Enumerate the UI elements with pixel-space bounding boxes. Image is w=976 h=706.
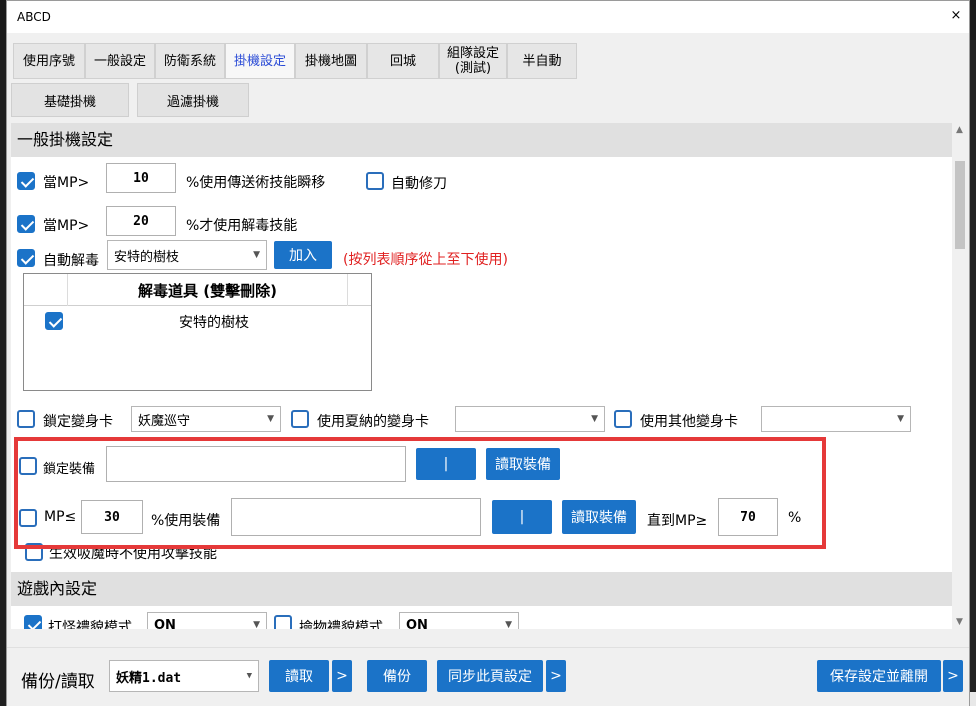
chevron-down-icon: ▼ <box>897 414 904 424</box>
tab-general[interactable]: 一般設定 <box>85 43 155 79</box>
sync-more-button[interactable]: > <box>546 660 566 692</box>
mp-teleport-input[interactable]: 10 <box>106 163 176 193</box>
detox-item-select[interactable]: 安特的樹枝 ▼ <box>107 240 267 270</box>
list-item[interactable]: 安特的樹枝 <box>24 306 371 334</box>
tab-party[interactable]: 組隊設定 (測試) <box>439 43 507 79</box>
other-transform-checkbox[interactable] <box>614 410 632 428</box>
backup-file-value: 妖精1.dat <box>116 670 182 686</box>
pickup-mode-checkbox[interactable] <box>274 615 292 629</box>
tab-defense[interactable]: 防衛系統 <box>155 43 225 79</box>
pickup-mode-value: ON <box>406 617 428 630</box>
detox-order-note: (按列表順序從上至下使用) <box>343 252 508 268</box>
auto-detox-label: 自動解毒 <box>43 253 99 269</box>
close-icon[interactable]: × <box>949 9 963 23</box>
section-ingame-title: 遊戲內設定 <box>11 572 952 606</box>
mp-detox-prefix: 當MP> <box>43 218 90 234</box>
chevron-down-icon: ▼ <box>253 250 260 260</box>
read-button[interactable]: 讀取 <box>269 660 329 692</box>
monster-mode-label: 打怪禮貌模式 <box>48 620 132 629</box>
sync-page-button[interactable]: 同步此頁設定 <box>437 660 543 692</box>
summer-transform-label: 使用夏納的變身卡 <box>317 414 429 430</box>
backup-button[interactable]: 備份 <box>367 660 427 692</box>
subtab-filter-afk[interactable]: 過濾掛機 <box>137 83 249 117</box>
settings-window: ABCD × 使用序號 一般設定 防衛系統 掛機設定 掛機地圖 回城 組隊設定 … <box>6 0 970 706</box>
tab-afk-map[interactable]: 掛機地圖 <box>295 43 367 79</box>
chevron-down-icon: ▼ <box>591 414 598 424</box>
mp-detox-checkbox[interactable] <box>17 215 35 233</box>
title-bar: ABCD × <box>7 1 969 33</box>
subtab-basic-afk[interactable]: 基礎掛機 <box>11 83 129 117</box>
tab-return-town[interactable]: 回城 <box>367 43 439 79</box>
tab-serial[interactable]: 使用序號 <box>13 43 85 79</box>
list-item-name: 安特的樹枝 <box>179 315 249 331</box>
settings-panel: 一般掛機設定 當MP> 10 %使用傳送術技能瞬移 自動修刀 當MP> 20 %… <box>11 123 952 629</box>
save-and-exit-button[interactable]: 保存設定並離開 <box>817 660 941 692</box>
window-title: ABCD <box>17 10 51 24</box>
scrollbar-thumb[interactable] <box>955 161 965 249</box>
lock-transform-label: 鎖定變身卡 <box>43 414 113 430</box>
chevron-down-icon: ▼ <box>246 671 252 681</box>
mp-teleport-prefix: 當MP> <box>43 175 90 191</box>
read-more-button[interactable]: > <box>332 660 352 692</box>
lock-transform-value: 妖魔巡守 <box>138 413 191 429</box>
section-general-title: 一般掛機設定 <box>11 123 952 157</box>
mp-teleport-suffix: %使用傳送術技能瞬移 <box>186 175 326 191</box>
highlight-frame <box>14 437 826 549</box>
vertical-scrollbar[interactable]: ▲ ▼ <box>952 123 968 629</box>
summer-transform-select[interactable]: ▼ <box>455 406 605 432</box>
add-detox-button[interactable]: 加入 <box>274 241 332 269</box>
mp-detox-input[interactable]: 20 <box>106 206 176 236</box>
lock-transform-select[interactable]: 妖魔巡守 ▼ <box>131 406 281 432</box>
mp-detox-suffix: %才使用解毒技能 <box>186 218 298 234</box>
scroll-up-icon[interactable]: ▲ <box>956 125 963 135</box>
list-item-checkbox[interactable] <box>45 312 63 330</box>
detox-item-list: 解毒道具 (雙擊刪除) 安特的樹枝 <box>23 273 372 391</box>
chevron-down-icon: ▼ <box>267 414 274 424</box>
pickup-mode-label: 撿物禮貌模式 <box>299 620 383 629</box>
list-header-check-col <box>24 274 68 306</box>
auto-repair-checkbox[interactable] <box>366 172 384 190</box>
monster-mode-select[interactable]: ON ▼ <box>147 612 267 629</box>
summer-transform-checkbox[interactable] <box>291 410 309 428</box>
other-transform-label: 使用其他變身卡 <box>640 414 738 430</box>
backup-label: 備份/讀取 <box>21 672 95 692</box>
tab-afk-settings[interactable]: 掛機設定 <box>225 43 295 79</box>
auto-repair-label: 自動修刀 <box>391 176 447 192</box>
monster-mode-checkbox[interactable] <box>24 615 42 629</box>
bottom-bar: 備份/讀取 妖精1.dat ▼ 讀取 > 備份 同步此頁設定 > 保存設定並離開… <box>7 647 969 706</box>
pickup-mode-select[interactable]: ON ▼ <box>399 612 519 629</box>
monster-mode-value: ON <box>154 617 176 630</box>
tab-semi-auto[interactable]: 半自動 <box>507 43 577 79</box>
backup-file-select[interactable]: 妖精1.dat ▼ <box>109 660 259 692</box>
detox-item-value: 安特的樹枝 <box>114 249 180 265</box>
auto-detox-checkbox[interactable] <box>17 249 35 267</box>
save-more-button[interactable]: > <box>943 660 963 692</box>
other-transform-select[interactable]: ▼ <box>761 406 911 432</box>
scroll-down-icon[interactable]: ▼ <box>956 617 963 627</box>
chevron-down-icon: ▼ <box>505 620 512 629</box>
list-header-title: 解毒道具 (雙擊刪除) <box>68 274 348 306</box>
lock-transform-checkbox[interactable] <box>17 410 35 428</box>
list-header: 解毒道具 (雙擊刪除) <box>24 274 371 306</box>
mp-teleport-checkbox[interactable] <box>17 172 35 190</box>
chevron-down-icon: ▼ <box>253 620 260 629</box>
